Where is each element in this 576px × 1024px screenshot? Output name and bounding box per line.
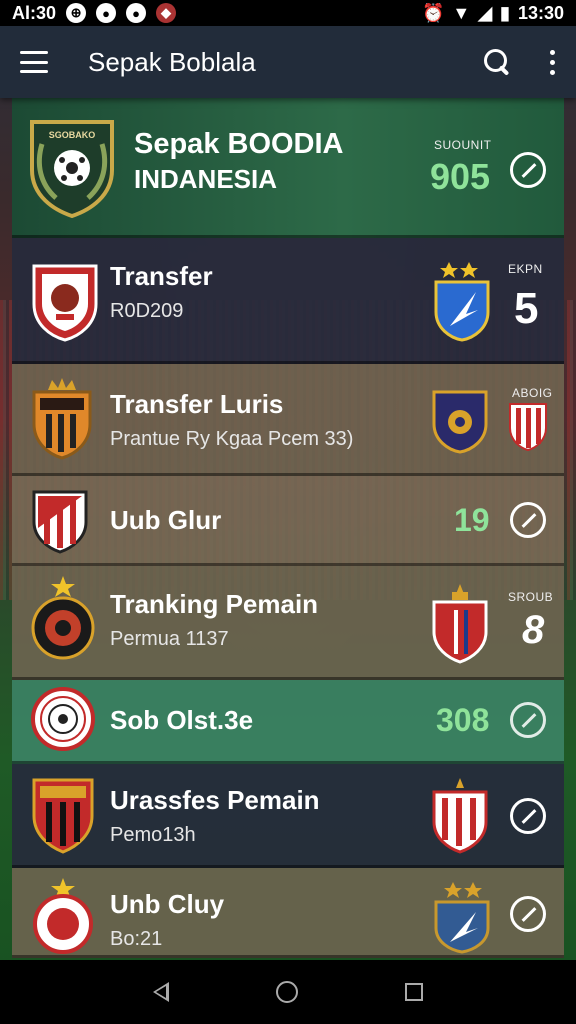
opponent-crest-icon xyxy=(432,778,488,854)
app-bar: Sepak Boblala xyxy=(0,26,576,98)
item-text: Sob Olst.3e xyxy=(110,705,254,736)
home-icon[interactable] xyxy=(275,981,298,1003)
featured-stat-value: 905 xyxy=(430,156,491,197)
club-crest-icon xyxy=(32,778,94,854)
club-crest-icon xyxy=(32,378,92,460)
item-sub: Permua 1137 xyxy=(110,627,229,650)
item-stat-value: 308 xyxy=(436,702,490,738)
featured-title-line2: INDANESIA xyxy=(134,164,278,195)
list-item[interactable]: Transfer Luris Prantue Ry Kgaa Pcem 33) … xyxy=(12,364,564,476)
list-item[interactable]: Sob Olst.3e 308 xyxy=(12,680,564,764)
item-stat-value: 8 xyxy=(522,608,545,652)
wifi-icon: ▼ xyxy=(452,2,471,23)
featured-title-line1: Sepak BOODIA xyxy=(134,128,344,160)
item-name: Urassfes Pemain xyxy=(110,785,320,815)
featured-title: Sepak BOODIA INDANESIA xyxy=(134,128,344,195)
menu-icon[interactable] xyxy=(20,51,48,73)
list-item[interactable]: Tranking Pemain Permua 1137 SROUB 8 xyxy=(12,566,564,680)
item-sub: R0D209 xyxy=(110,299,184,322)
club-crest-icon xyxy=(31,576,95,660)
check-icon[interactable] xyxy=(510,702,546,738)
list-item[interactable]: Transfer R0D209 EKPN 5 xyxy=(12,238,564,364)
status-time-right: 13:30 xyxy=(517,2,564,23)
item-name: Sob Olst.3e xyxy=(110,705,254,735)
alarm-icon: ⏰ xyxy=(421,2,445,23)
item-stat-value: 19 xyxy=(454,502,490,538)
item-sub: Prantue Ry Kgaa Pcem 33) xyxy=(110,427,354,450)
item-text: Transfer Luris Prantue Ry Kgaa Pcem 33) xyxy=(110,389,354,451)
check-icon[interactable] xyxy=(510,896,546,932)
item-stat-label: SROUB xyxy=(508,590,554,604)
list-item[interactable]: Urassfes Pemain Pemo13h xyxy=(12,764,564,868)
navigation-bar xyxy=(0,960,576,1024)
item-name: Uub Glur xyxy=(110,505,222,535)
notification-icon: ⊕ xyxy=(66,3,87,23)
recent-apps-icon[interactable] xyxy=(404,983,423,1001)
app-title: Sepak Boblala xyxy=(88,46,256,77)
crest-lettering: SGOBAKO xyxy=(49,130,96,140)
status-icons: ⏰ ▼ ◢ ▮ 13:30 xyxy=(422,3,564,24)
list-item[interactable]: Uub Glur 19 xyxy=(12,476,564,566)
item-text: Unb Cluy Bo:21 xyxy=(110,889,225,951)
featured-club-crest: SGOBAKO xyxy=(30,120,114,218)
battery-icon: ▮ xyxy=(500,2,510,23)
item-name: Unb Cluy xyxy=(110,889,225,919)
status-bar: Al:30 ⊕ ● ● ◆ ⏰ ▼ ◢ ▮ 13:30 xyxy=(0,0,576,26)
item-text: Tranking Pemain Permua 1137 xyxy=(110,589,319,651)
item-name: Tranking Pemain xyxy=(110,589,319,619)
item-text: Uub Glur xyxy=(110,505,222,536)
opponent-crest-icon xyxy=(432,584,488,664)
club-crest-icon xyxy=(33,878,93,954)
item-sub: Pemo13h xyxy=(110,823,196,846)
item-stat-label: EKPN xyxy=(508,262,543,276)
status-time-left: Al:30 xyxy=(12,2,57,23)
opponent-crest-icon xyxy=(432,390,488,454)
featured-card[interactable]: SGOBAKO Sepak BOODIA INDANESIA SUOUNIT 9… xyxy=(12,98,564,238)
item-stat-value: 5 xyxy=(514,284,539,333)
item-stat-label: ABOIG xyxy=(512,386,553,400)
club-crest-icon xyxy=(509,403,547,452)
search-icon[interactable] xyxy=(482,47,512,77)
check-icon[interactable] xyxy=(510,152,546,188)
signal-icon: ◢ xyxy=(478,2,493,23)
club-crest-icon xyxy=(32,264,98,342)
notification-icon: ● xyxy=(96,3,117,23)
item-name: Transfer Luris xyxy=(110,389,284,419)
club-crest-icon xyxy=(32,490,88,554)
item-name: Transfer xyxy=(110,261,213,291)
item-text: Transfer R0D209 xyxy=(110,261,213,323)
club-list: SGOBAKO Sepak BOODIA INDANESIA SUOUNIT 9… xyxy=(12,98,564,958)
check-icon[interactable] xyxy=(510,502,546,538)
back-icon[interactable] xyxy=(153,982,170,1002)
opponent-crest-icon xyxy=(434,262,490,342)
list-item[interactable]: Unb Cluy Bo:21 xyxy=(12,868,564,958)
check-icon[interactable] xyxy=(510,798,546,834)
item-text: Urassfes Pemain Pemo13h xyxy=(110,785,320,847)
notification-icon: ◆ xyxy=(156,3,177,23)
notification-icon: ● xyxy=(126,3,147,23)
more-options-icon[interactable] xyxy=(548,49,556,75)
featured-stat-label: SUOUNIT xyxy=(434,138,492,152)
opponent-crest-icon xyxy=(434,882,490,954)
item-sub: Bo:21 xyxy=(110,927,163,950)
club-crest-icon xyxy=(31,687,95,751)
